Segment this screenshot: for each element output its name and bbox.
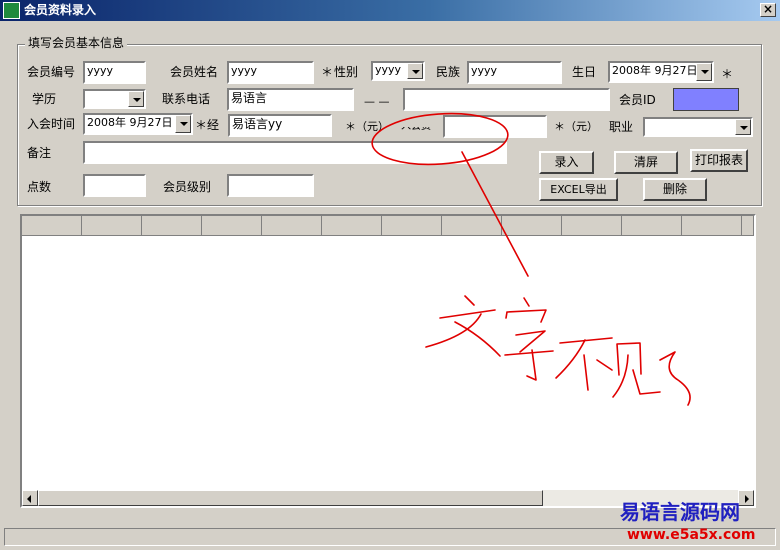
watermark-site-name: 易语言源码网 <box>620 500 740 524</box>
annotation-circle <box>371 112 509 166</box>
red-annotation <box>371 112 691 406</box>
annotation-pointer <box>461 151 529 277</box>
annotation-handwriting <box>425 295 691 406</box>
watermark-url: www.e5a5x.com <box>627 527 756 543</box>
